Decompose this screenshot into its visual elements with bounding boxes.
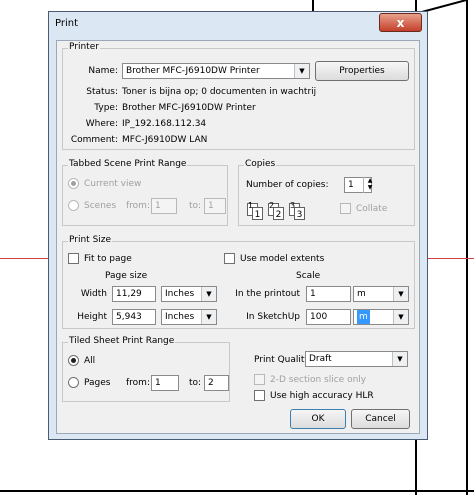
properties-button-label: Properties <box>339 66 385 76</box>
title-bar[interactable]: Print x <box>49 12 427 37</box>
page-digit: 2 <box>269 201 275 210</box>
dialog-client-area: Printer Name: Brother MFC-J6910DW Printe… <box>56 40 420 434</box>
page-digit: 3 <box>290 201 296 210</box>
print-quality-value: Draft <box>309 354 332 364</box>
horizon-line <box>428 258 474 259</box>
width-input[interactable]: 11,29 <box>112 286 156 302</box>
where-label: Where: <box>85 119 118 129</box>
sketchup-unit-value: m <box>357 310 370 324</box>
background-line <box>466 0 468 495</box>
collate-label: Collate <box>356 204 388 214</box>
width-unit-value: Inches <box>165 289 195 299</box>
tiled-range-group-label: Tiled Sheet Print Range <box>68 336 176 346</box>
tiled-to-label: to: <box>189 378 202 388</box>
scenes-label: Scenes <box>84 201 117 211</box>
page-digit: 1 <box>248 201 254 210</box>
sketchup-unit-select[interactable]: m ▼ <box>353 309 409 325</box>
printout-label: In the printout <box>235 289 300 299</box>
page-size-label: Page size <box>105 271 148 281</box>
all-pages-label: All <box>84 356 96 366</box>
print-size-group: Print Size Fit to page Use model extents… <box>62 235 415 329</box>
print-dialog: Print x Printer Name: Brother MFC-J6910D… <box>48 11 428 440</box>
current-view-label: Current view <box>84 179 142 189</box>
status-value: Toner is bijna op; 0 documenten in wacht… <box>122 87 317 97</box>
height-unit-value: Inches <box>165 312 195 322</box>
hlr-checkbox[interactable] <box>254 390 265 401</box>
print-quality-select[interactable]: Draft ▼ <box>305 351 408 367</box>
printer-name-select[interactable]: Brother MFC-J6910DW Printer ▼ <box>122 63 310 79</box>
copies-spinner[interactable]: ▲ ▼ <box>363 177 376 193</box>
scene-from-input[interactable]: 1 <box>151 198 177 214</box>
page-digit: 3 <box>294 207 305 220</box>
scale-label: Scale <box>296 271 321 281</box>
collate-pages-icon: 1 2 3 1 2 3 <box>247 201 327 223</box>
print-size-group-label: Print Size <box>68 235 113 245</box>
printer-name-value: Brother MFC-J6910DW Printer <box>126 66 260 76</box>
model-extents-label: Use model extents <box>240 254 325 264</box>
dialog-title: Print <box>55 18 79 29</box>
page-digit: 1 <box>252 207 263 220</box>
copies-group-label: Copies <box>244 159 277 169</box>
chevron-down-icon: ▼ <box>294 64 309 78</box>
scene-to-input[interactable]: 1 <box>204 198 226 214</box>
model-extents-checkbox[interactable] <box>224 253 235 264</box>
chevron-down-icon: ▼ <box>201 310 216 324</box>
tiled-from-input[interactable]: 1 <box>151 375 179 391</box>
scenes-radio[interactable] <box>68 200 79 211</box>
page-range-label: Pages <box>84 378 111 388</box>
section-slice-label: 2-D section slice only <box>270 375 367 385</box>
where-value: IP_192.168.112.34 <box>122 119 207 129</box>
hlr-label: Use high accuracy HLR <box>270 391 374 401</box>
chevron-down-icon: ▼ <box>393 287 408 301</box>
status-label: Status: <box>86 87 118 97</box>
all-pages-radio[interactable] <box>68 355 79 366</box>
sketchup-label: In SketchUp <box>246 312 300 322</box>
current-view-radio[interactable] <box>68 178 79 189</box>
height-input[interactable]: 5,943 <box>112 309 156 325</box>
printout-input[interactable]: 1 <box>306 286 351 302</box>
printer-group: Printer Name: Brother MFC-J6910DW Printe… <box>62 42 415 150</box>
cancel-button-label: Cancel <box>365 414 396 424</box>
chevron-down-icon: ▼ <box>392 352 407 366</box>
print-quality-label: Print Quality <box>254 355 310 365</box>
background-line <box>0 490 474 492</box>
page-range-radio[interactable] <box>68 377 79 388</box>
name-label: Name: <box>88 66 118 76</box>
close-icon: x <box>396 16 405 30</box>
printer-group-label: Printer <box>68 42 100 52</box>
collate-checkbox[interactable] <box>340 203 351 214</box>
height-label: Height <box>77 312 107 322</box>
properties-button[interactable]: Properties <box>315 61 409 81</box>
fit-to-page-label: Fit to page <box>84 254 132 264</box>
comment-value: MFC-J6910DW LAN <box>122 135 208 145</box>
chevron-down-icon: ▼ <box>393 310 408 324</box>
chevron-down-icon: ▼ <box>201 287 216 301</box>
close-button[interactable]: x <box>379 13 422 32</box>
section-slice-checkbox[interactable] <box>254 374 265 385</box>
type-value: Brother MFC-J6910DW Printer <box>122 103 256 113</box>
copies-group: Copies Number of copies: 1 ▲ ▼ 1 2 3 1 2 … <box>238 159 415 226</box>
height-unit-select[interactable]: Inches ▼ <box>161 309 217 325</box>
width-unit-select[interactable]: Inches ▼ <box>161 286 217 302</box>
ok-button[interactable]: OK <box>290 409 346 429</box>
width-label: Width <box>80 289 107 299</box>
tiled-to-input[interactable]: 2 <box>204 375 229 391</box>
scene-range-group-label: Tabbed Scene Print Range <box>68 159 188 169</box>
page-digit: 2 <box>273 207 284 220</box>
tiled-range-group: Tiled Sheet Print Range All Pages from: … <box>62 336 230 402</box>
cancel-button[interactable]: Cancel <box>351 409 410 429</box>
scene-from-label: from: <box>126 201 150 211</box>
comment-label: Comment: <box>70 135 118 145</box>
scene-to-label: to: <box>189 201 202 211</box>
horizon-line <box>0 258 48 259</box>
printout-unit-value: m <box>357 289 366 299</box>
sketchup-input[interactable]: 100 <box>306 309 351 325</box>
printout-unit-select[interactable]: m ▼ <box>353 286 409 302</box>
ok-button-label: OK <box>311 414 325 424</box>
fit-to-page-checkbox[interactable] <box>68 253 79 264</box>
tiled-from-label: from: <box>126 378 150 388</box>
type-label: Type: <box>94 103 118 113</box>
number-of-copies-label: Number of copies: <box>246 180 329 190</box>
scene-range-group: Tabbed Scene Print Range Current view Sc… <box>62 159 228 226</box>
